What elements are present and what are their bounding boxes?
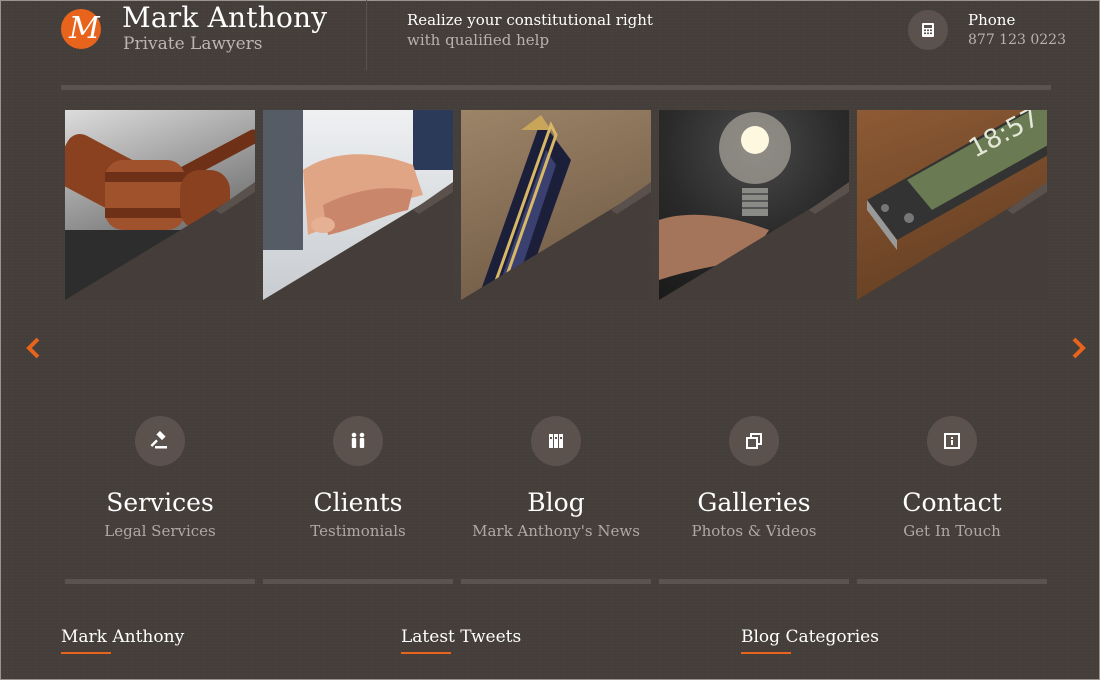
gallery-icon[interactable] — [729, 416, 779, 466]
feature-divider — [461, 579, 651, 584]
feature-subtitle: Get In Touch — [903, 522, 1001, 540]
feature-title[interactable]: Contact — [837, 488, 1067, 518]
feature-subtitle: Photos & Videos — [691, 522, 817, 540]
feature-divider — [65, 579, 255, 584]
books-icon[interactable] — [531, 416, 581, 466]
feature-subtitle: Legal Services — [104, 522, 216, 540]
feature-divider — [857, 579, 1047, 584]
page-frame — [0, 0, 1100, 680]
footer-heading-underline — [401, 652, 451, 654]
slider-next-arrow-icon[interactable] — [1068, 336, 1088, 360]
phone-label: Phone — [968, 11, 1016, 29]
slider-prev-arrow-icon[interactable] — [24, 336, 44, 360]
tagline-line2: with qualified help — [407, 31, 550, 49]
feature-divider — [659, 579, 849, 584]
footer-heading-underline — [741, 652, 791, 654]
tagline-line1: Realize your constitutional right — [407, 11, 653, 29]
people-icon[interactable] — [333, 416, 383, 466]
header-divider — [366, 0, 367, 70]
info-icon[interactable] — [927, 416, 977, 466]
feature-title[interactable]: Clients — [243, 488, 473, 518]
feature-title[interactable]: Blog — [441, 488, 671, 518]
slider-image-handshake[interactable] — [263, 110, 453, 300]
gavel-icon[interactable] — [135, 416, 185, 466]
footer-heading-underline — [61, 652, 111, 654]
phone-icon — [908, 10, 948, 50]
logo[interactable]: M — [61, 9, 101, 49]
feature-subtitle: Testimonials — [310, 522, 406, 540]
feature-divider — [263, 579, 453, 584]
footer-heading-about: Mark Anthony — [61, 627, 185, 647]
brand-subtitle: Private Lawyers — [123, 34, 263, 54]
footer-heading-categories: Blog Categories — [741, 627, 879, 647]
phone-number[interactable]: 877 123 0223 — [968, 31, 1066, 49]
slider-image-lightbulb[interactable] — [659, 110, 849, 300]
header-rule — [61, 85, 1051, 90]
slider-image-gavel[interactable] — [65, 110, 255, 300]
slider-image-fountain-pen[interactable] — [461, 110, 651, 300]
logo-letter: M — [69, 11, 100, 46]
feature-title[interactable]: Galleries — [639, 488, 869, 518]
brand-name[interactable]: Mark Anthony — [122, 0, 327, 36]
slider-image-smartphone[interactable]: 18:57 — [857, 110, 1047, 300]
feature-title[interactable]: Services — [45, 488, 275, 518]
footer-heading-tweets: Latest Tweets — [401, 627, 522, 647]
feature-subtitle: Mark Anthony's News — [472, 522, 640, 540]
